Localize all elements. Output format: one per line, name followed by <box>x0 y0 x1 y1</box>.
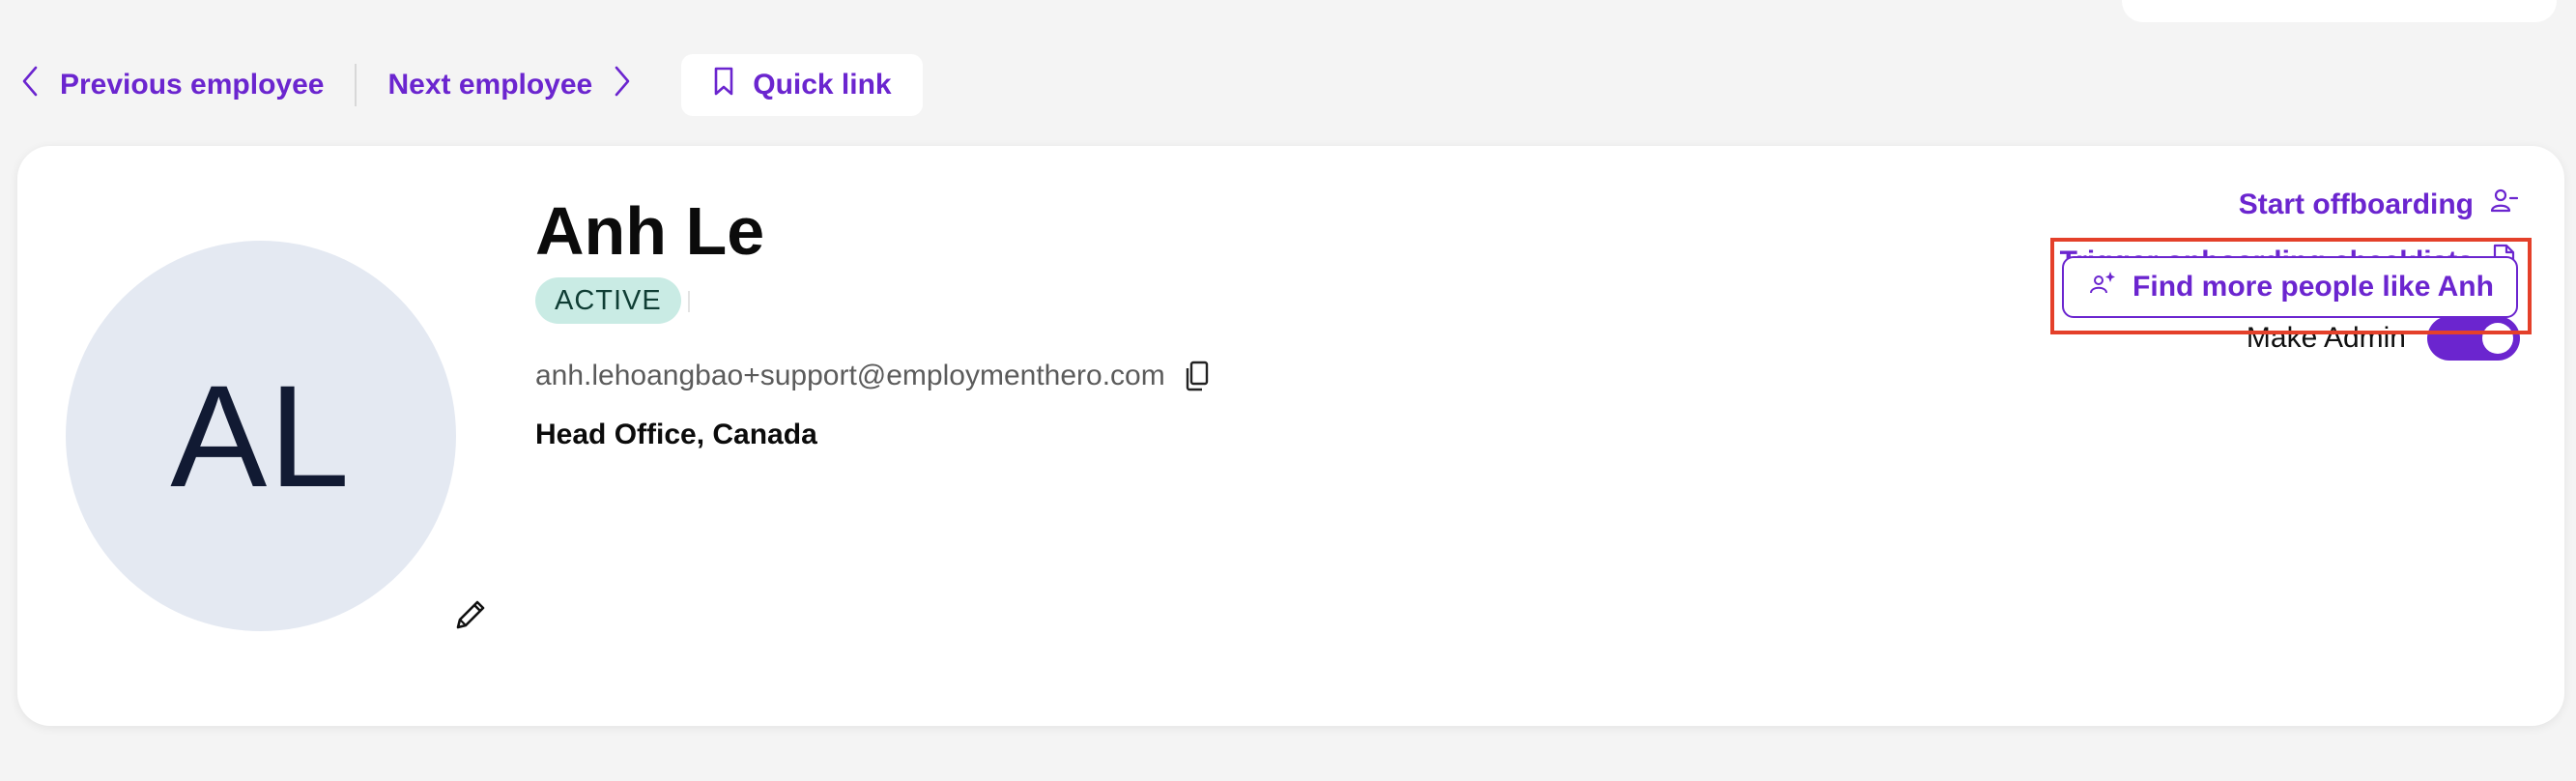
sparkle-people-icon <box>2086 268 2117 306</box>
find-more-people-button[interactable]: Find more people like Anh <box>2062 256 2518 318</box>
start-offboarding-link[interactable]: Start offboarding <box>2238 187 2519 223</box>
top-search-bar-edge <box>2122 0 2557 22</box>
employee-location: Head Office, Canada <box>535 419 817 450</box>
avatar-initials: AL <box>170 354 352 517</box>
quick-link-label: Quick link <box>753 69 892 101</box>
employee-profile-card: AL Anh Le ACTIVE anh.lehoangbao+support@… <box>17 146 2564 726</box>
next-employee-label: Next employee <box>387 69 593 101</box>
previous-employee-link[interactable]: Previous employee <box>19 65 324 105</box>
employee-profile-page: Previous employee Next employee Quick li… <box>0 0 2576 781</box>
badge-separator <box>688 291 690 312</box>
employee-email: anh.lehoangbao+support@employmenthero.co… <box>535 360 1165 391</box>
employee-navigation: Previous employee Next employee Quick li… <box>19 54 923 116</box>
nav-divider <box>355 64 358 106</box>
find-more-people-label: Find more people like Anh <box>2132 271 2494 303</box>
copy-icon[interactable] <box>1183 360 1212 392</box>
bookmark-icon <box>712 66 735 104</box>
start-offboarding-label: Start offboarding <box>2238 188 2474 220</box>
previous-employee-label: Previous employee <box>60 69 325 101</box>
pencil-icon[interactable] <box>450 594 491 635</box>
status-badge: ACTIVE <box>535 277 681 324</box>
email-row: anh.lehoangbao+support@employmenthero.co… <box>535 360 1212 392</box>
next-employee-link[interactable]: Next employee <box>387 65 633 105</box>
user-minus-icon <box>2489 187 2519 223</box>
avatar: AL <box>66 241 456 631</box>
quick-link-button[interactable]: Quick link <box>681 54 923 116</box>
chevron-left-icon <box>19 65 43 105</box>
chevron-right-icon <box>610 65 633 105</box>
employee-name: Anh Le <box>535 193 765 269</box>
